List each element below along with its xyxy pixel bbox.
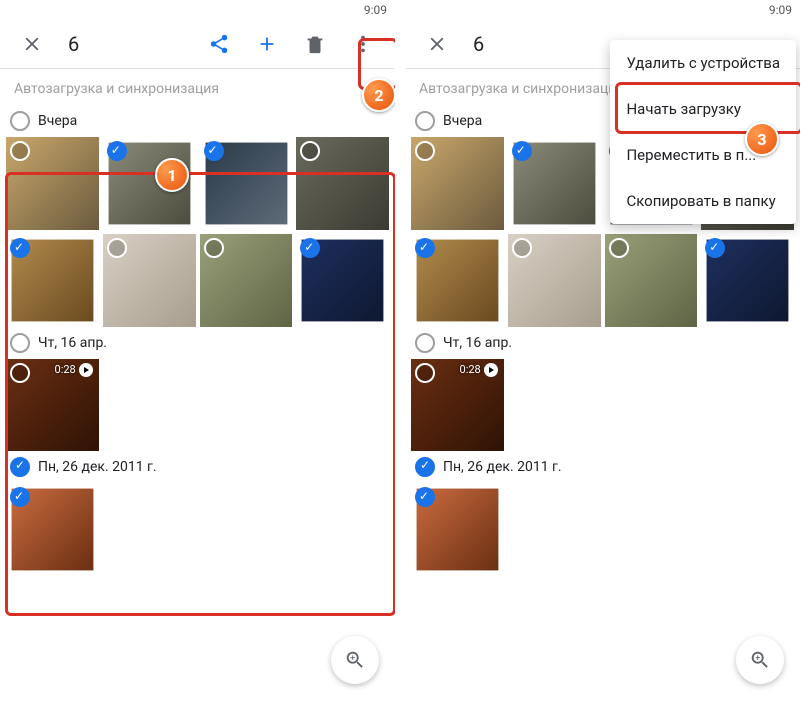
- photo-thumb[interactable]: [411, 137, 504, 230]
- status-bar: 9:09: [405, 0, 800, 20]
- more-icon[interactable]: [343, 24, 383, 64]
- day-label: Вчера: [38, 113, 77, 129]
- select-mark[interactable]: [204, 141, 224, 161]
- day-header-2[interactable]: Чт, 16 апр.: [405, 327, 800, 359]
- video-duration: 0:28: [55, 363, 76, 376]
- select-mark[interactable]: [415, 363, 435, 383]
- day-header-2[interactable]: Чт, 16 апр.: [0, 327, 395, 359]
- day-label: Чт, 16 апр.: [443, 335, 512, 351]
- select-mark[interactable]: [512, 238, 532, 258]
- screen-left: 9:09 6 Автозагрузка и синхронизация: [0, 0, 395, 700]
- day-label: Пн, 26 дек. 2011 г.: [443, 459, 562, 475]
- photo-thumb[interactable]: [6, 234, 99, 327]
- photo-thumb[interactable]: [6, 483, 99, 576]
- day-header-1[interactable]: Вчера: [0, 105, 395, 137]
- autosync-label: Автозагрузка и синхронизация: [0, 73, 395, 105]
- share-icon[interactable]: [199, 24, 239, 64]
- photo-thumb[interactable]: [508, 137, 601, 230]
- video-thumb[interactable]: 0:28: [6, 359, 99, 452]
- select-mark[interactable]: [107, 141, 127, 161]
- zoom-fab[interactable]: [331, 636, 379, 684]
- select-mark[interactable]: [107, 238, 127, 258]
- selection-count: 6: [60, 32, 191, 56]
- video-badge: 0:28: [460, 363, 498, 377]
- photo-thumb[interactable]: [508, 234, 601, 327]
- trash-icon[interactable]: [295, 24, 335, 64]
- day-select-circle[interactable]: [10, 457, 30, 477]
- photo-thumb[interactable]: [200, 137, 293, 230]
- select-mark[interactable]: [609, 238, 629, 258]
- menu-item-move[interactable]: Переместить в п...: [610, 132, 796, 178]
- select-mark[interactable]: [204, 238, 224, 258]
- select-mark[interactable]: [705, 238, 725, 258]
- day-select-circle[interactable]: [415, 333, 435, 353]
- video-duration: 0:28: [460, 363, 481, 376]
- divider: [0, 68, 395, 69]
- status-time: 9:09: [769, 3, 792, 17]
- day-label: Вчера: [443, 113, 482, 129]
- app-bar: 6: [0, 20, 395, 68]
- photo-thumb[interactable]: [6, 137, 99, 230]
- add-icon[interactable]: [247, 24, 287, 64]
- photo-thumb[interactable]: [411, 483, 504, 576]
- photo-thumb[interactable]: [103, 137, 196, 230]
- day-select-circle[interactable]: [10, 111, 30, 131]
- select-mark[interactable]: [415, 238, 435, 258]
- photo-thumb[interactable]: [296, 137, 389, 230]
- select-mark[interactable]: [10, 141, 30, 161]
- menu-item-delete[interactable]: Удалить с устройства: [610, 40, 796, 86]
- select-mark[interactable]: [415, 141, 435, 161]
- status-bar: 9:09: [0, 0, 395, 20]
- menu-item-copy[interactable]: Скопировать в папку: [610, 178, 796, 224]
- day-label: Пн, 26 дек. 2011 г.: [38, 459, 157, 475]
- day-header-3[interactable]: Пн, 26 дек. 2011 г.: [0, 451, 395, 483]
- photo-grid-day3: [405, 483, 800, 576]
- video-thumb[interactable]: 0:28: [411, 359, 504, 452]
- close-icon[interactable]: [12, 24, 52, 64]
- screen-right: 9:09 6 Автозагрузка и синхронизация Вчер…: [405, 0, 800, 700]
- photo-thumb[interactable]: [701, 234, 794, 327]
- day-label: Чт, 16 апр.: [38, 335, 107, 351]
- day-header-3[interactable]: Пн, 26 дек. 2011 г.: [405, 451, 800, 483]
- zoom-fab[interactable]: [736, 636, 784, 684]
- photo-grid-day2: 0:28: [405, 359, 800, 452]
- select-mark[interactable]: [300, 238, 320, 258]
- select-mark[interactable]: [512, 141, 532, 161]
- photo-thumb[interactable]: [296, 234, 389, 327]
- day-select-circle[interactable]: [415, 457, 435, 477]
- overflow-menu: Удалить с устройства Начать загрузку Пер…: [610, 40, 796, 224]
- photo-thumb[interactable]: [411, 234, 504, 327]
- day-select-circle[interactable]: [415, 111, 435, 131]
- play-icon: [79, 363, 93, 377]
- photo-grid-day2: 0:28: [0, 359, 395, 452]
- video-badge: 0:28: [55, 363, 93, 377]
- photo-thumb[interactable]: [605, 234, 698, 327]
- photo-thumb[interactable]: [200, 234, 293, 327]
- day-select-circle[interactable]: [10, 333, 30, 353]
- close-icon[interactable]: [417, 24, 457, 64]
- play-icon: [484, 363, 498, 377]
- select-mark[interactable]: [10, 238, 30, 258]
- photo-grid-day1: [0, 137, 395, 327]
- photo-grid-day3: [0, 483, 395, 576]
- status-time: 9:09: [364, 3, 387, 17]
- select-mark[interactable]: [10, 363, 30, 383]
- photo-thumb[interactable]: [103, 234, 196, 327]
- menu-item-upload[interactable]: Начать загрузку: [610, 86, 796, 132]
